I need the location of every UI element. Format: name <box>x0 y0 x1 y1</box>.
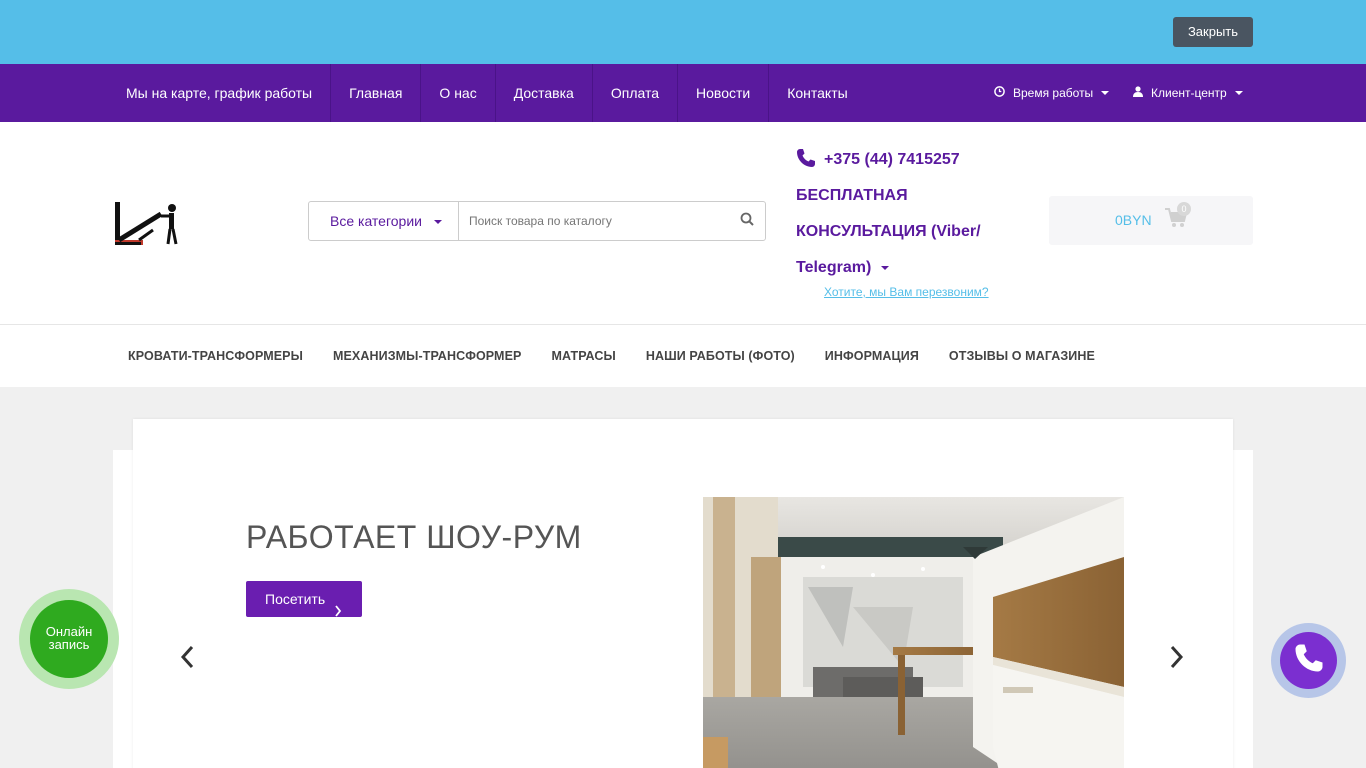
phone-icon <box>796 148 816 173</box>
category-item-our-works[interactable]: НАШИ РАБОТЫ (ФОТО) <box>631 325 810 387</box>
close-banner-button[interactable]: Закрыть <box>1173 17 1253 47</box>
nav-item-map[interactable]: Мы на карте, график работы <box>108 64 332 122</box>
category-item-mattresses[interactable]: МАТРАСЫ <box>536 325 630 387</box>
category-item-reviews[interactable]: ОТЗЫВЫ О МАГАЗИНЕ <box>934 325 1110 387</box>
chevron-down-icon <box>881 265 890 270</box>
phone-number-text: +375 (44) 7415257 <box>824 151 960 168</box>
search-icon <box>740 212 754 231</box>
cart-button[interactable]: 0BYN 0 <box>1049 196 1253 245</box>
search-button[interactable] <box>729 202 765 240</box>
category-select[interactable]: Все категории <box>309 202 459 240</box>
main-nav: Мы на карте, график работы Главная О нас… <box>0 64 1366 122</box>
client-center-label: Клиент-центр <box>1151 86 1227 100</box>
online-booking-button[interactable]: Онлайн запись <box>30 600 108 678</box>
hero-slider: РАБОТАЕТ ШОУ-РУМ Посетить <box>133 419 1233 768</box>
cart-total: 0BYN <box>1115 212 1152 228</box>
slide-title: РАБОТАЕТ ШОУ-РУМ <box>246 519 582 555</box>
cart-count-badge: 0 <box>1177 202 1191 216</box>
category-select-label: Все категории <box>330 213 422 229</box>
free-consultation-dropdown[interactable]: БЕСПЛАТНАЯ КОНСУЛЬТАЦИЯ (Viber/ Telegram… <box>796 178 996 286</box>
consult-line: Telegram) <box>796 259 872 276</box>
search-bar: Все категории <box>308 201 766 241</box>
slider-next-button[interactable] <box>1169 645 1185 674</box>
visit-button[interactable]: Посетить <box>246 581 362 617</box>
chevron-down-icon <box>433 220 442 225</box>
chevron-right-icon <box>334 594 342 630</box>
contact-block: +375 (44) 7415257 БЕСПЛАТНАЯ КОНСУЛЬТАЦИ… <box>796 142 1036 286</box>
online-booking-widget[interactable]: Онлайн запись <box>19 589 119 689</box>
online-booking-label: запись <box>48 637 90 652</box>
nav-item-about[interactable]: О нас <box>421 64 496 122</box>
consult-line: БЕСПЛАТНАЯ <box>796 187 908 204</box>
phone-icon <box>1294 643 1324 678</box>
category-item-info[interactable]: ИНФОРМАЦИЯ <box>810 325 934 387</box>
nav-item-news[interactable]: Новости <box>678 64 770 122</box>
clock-icon <box>994 66 1005 120</box>
call-button[interactable] <box>1280 632 1337 689</box>
nav-item-delivery[interactable]: Доставка <box>496 64 593 122</box>
nav-item-payment[interactable]: Оплата <box>593 64 679 122</box>
logo[interactable] <box>113 200 179 248</box>
client-center-dropdown[interactable]: Клиент-центр <box>1133 64 1243 122</box>
callback-link[interactable]: Хотите, мы Вам перезвоним? <box>824 285 989 299</box>
call-widget[interactable] <box>1271 623 1346 698</box>
showroom-photo <box>703 497 1124 768</box>
top-banner: Закрыть <box>0 0 1366 64</box>
chevron-down-icon <box>1101 91 1110 95</box>
consult-line: КОНСУЛЬТАЦИЯ (Viber/ <box>796 223 981 240</box>
nav-item-contacts[interactable]: Контакты <box>769 64 865 122</box>
slider-prev-button[interactable] <box>179 645 195 674</box>
category-item-beds[interactable]: КРОВАТИ-ТРАНСФОРМЕРЫ <box>113 325 318 387</box>
work-hours-label: Время работы <box>1013 86 1094 100</box>
user-icon <box>1133 66 1143 120</box>
chevron-down-icon <box>1234 91 1243 95</box>
phone-number[interactable]: +375 (44) 7415257 <box>796 142 1036 178</box>
visit-button-label: Посетить <box>265 591 326 607</box>
category-item-mechanisms[interactable]: МЕХАНИЗМЫ-ТРАНСФОРМЕР <box>318 325 536 387</box>
site-header: Все категории +375 (44) 7415257 БЕСПЛАТН… <box>0 122 1366 325</box>
chevron-right-icon <box>1169 645 1185 673</box>
search-input[interactable] <box>459 202 729 240</box>
category-menu: КРОВАТИ-ТРАНСФОРМЕРЫ МЕХАНИЗМЫ-ТРАНСФОРМ… <box>0 325 1366 387</box>
work-hours-dropdown[interactable]: Время работы <box>994 64 1110 122</box>
chevron-left-icon <box>179 645 195 673</box>
nav-item-home[interactable]: Главная <box>331 64 422 122</box>
